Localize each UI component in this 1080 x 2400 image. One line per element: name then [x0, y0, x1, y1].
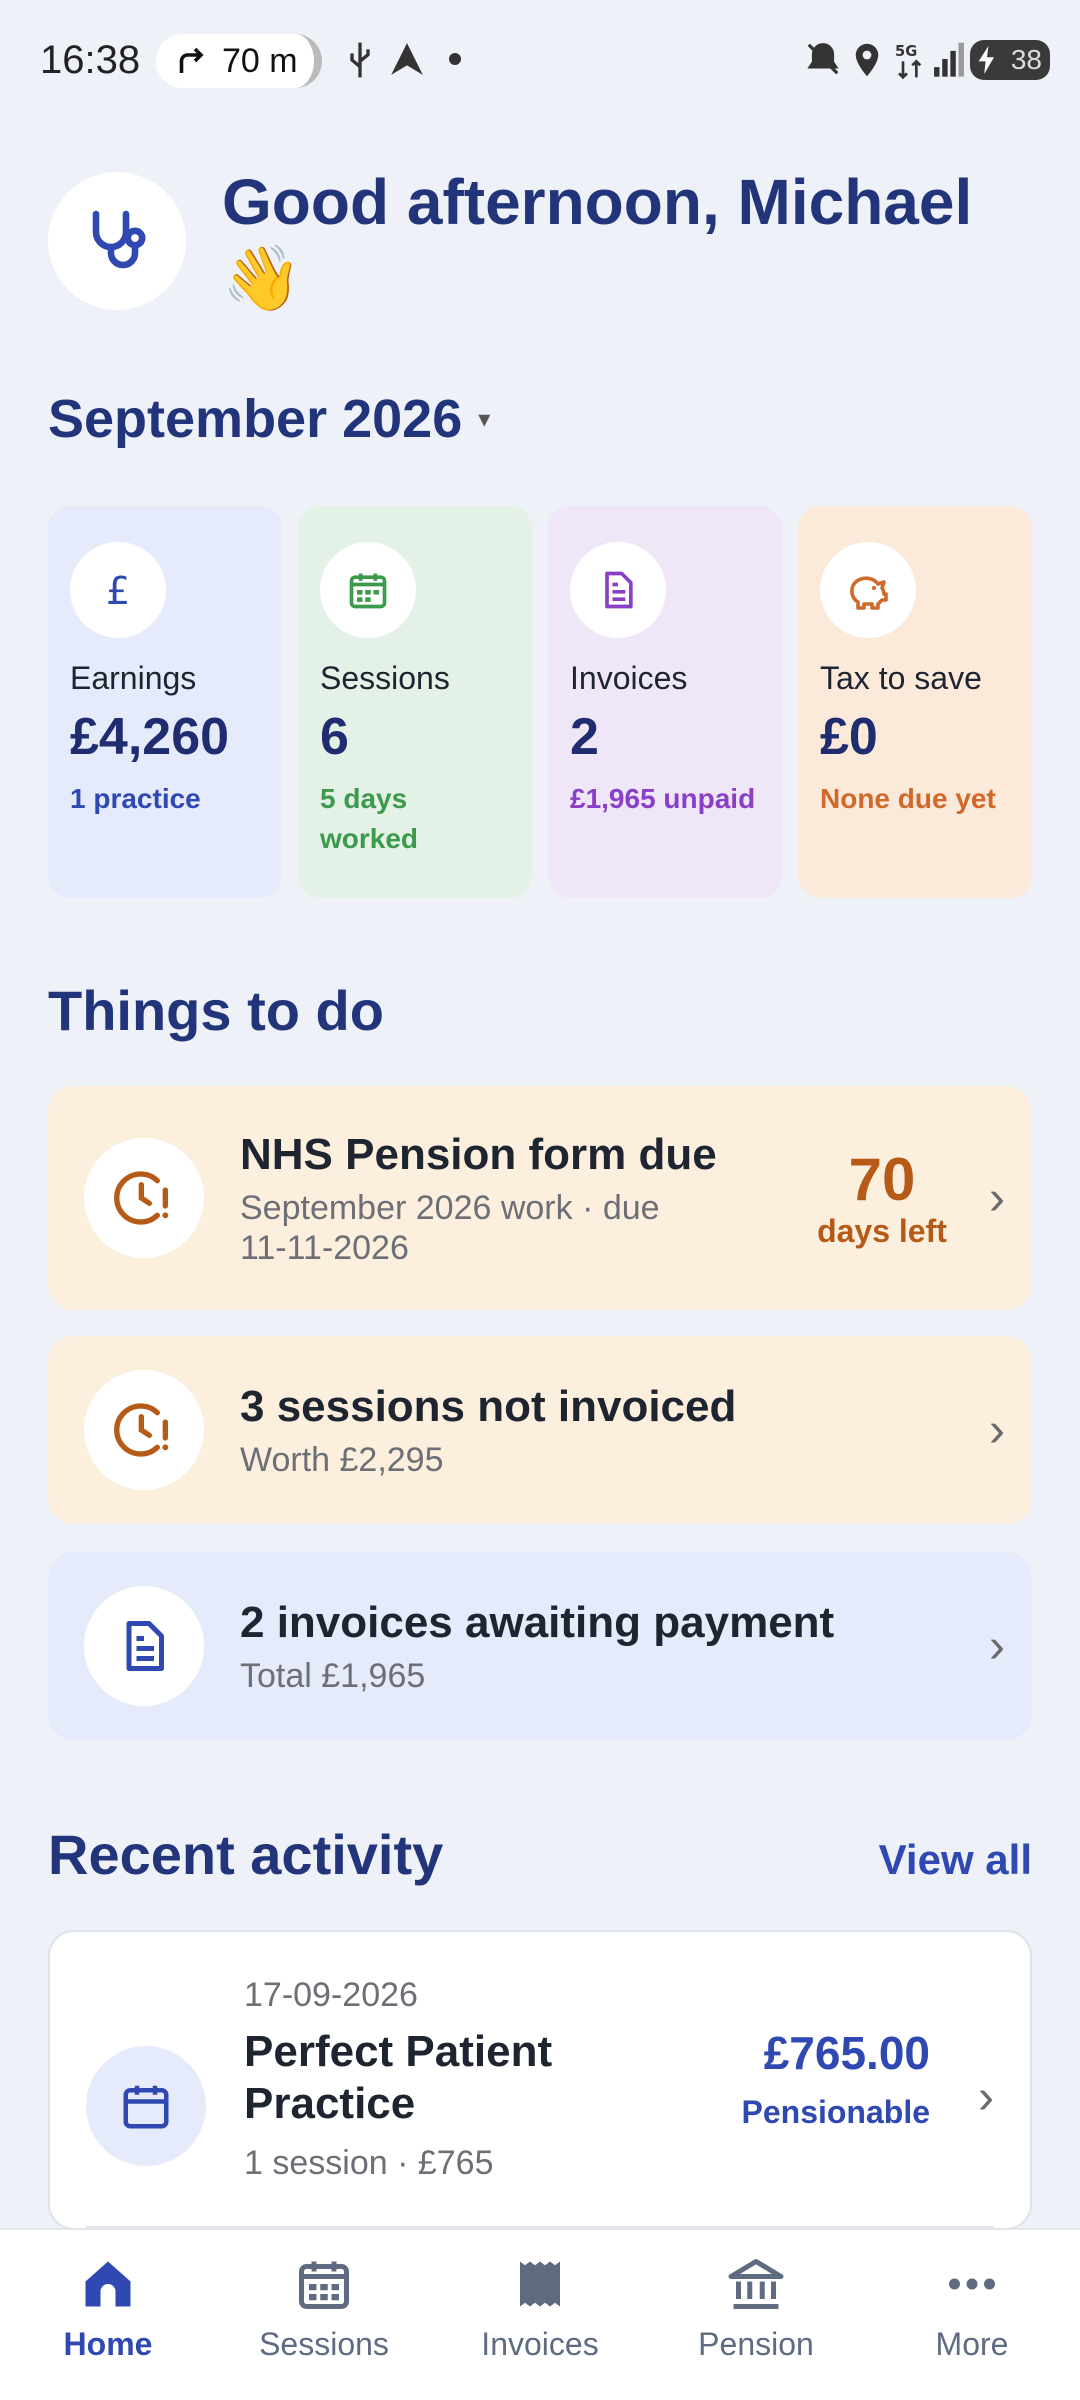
stethoscope-icon — [92, 210, 146, 269]
navigation-pill[interactable]: 70 m — [156, 34, 322, 88]
stats-row: £ Earnings £4,260 1 practice Sessions 6 … — [48, 506, 1032, 898]
stat-value: 6 — [320, 708, 349, 766]
calendar-icon — [320, 542, 416, 638]
mute-icon — [807, 43, 839, 75]
nav-label: Sessions — [259, 2326, 389, 2362]
piggy-bank-icon — [820, 542, 916, 638]
nav-label: More — [935, 2326, 1009, 2362]
battery-icon: 38 — [970, 40, 1050, 80]
nav-home[interactable]: Home — [0, 2230, 216, 2400]
activity-date: 17-09-2026 — [244, 1976, 418, 2014]
chevron-right-icon: › — [989, 1171, 1005, 1225]
status-time: 16:38 — [40, 38, 141, 82]
month-label: September 2026 — [48, 389, 463, 449]
bottom-navigation: Home Sessions Invoices Pension More — [0, 2228, 1080, 2400]
status-bar: 16:38 70 m 5G 38 — [0, 0, 1080, 120]
document-icon — [570, 542, 666, 638]
stat-label: Sessions — [320, 660, 450, 696]
nav-invoices[interactable]: Invoices — [432, 2230, 648, 2400]
dropdown-caret-icon: ▾ — [478, 405, 491, 433]
days-left-label: days left — [817, 1212, 947, 1249]
turn-right-icon — [179, 47, 204, 73]
todo-item-subtitle: Total £1,965 — [240, 1657, 426, 1695]
nav-distance: 70 m — [222, 41, 298, 80]
dot-icon — [449, 53, 461, 65]
todo-item-title: 3 sessions not invoiced — [240, 1382, 737, 1431]
nav-more[interactable]: More — [864, 2230, 1080, 2400]
todo-item-title: 2 invoices awaiting payment — [240, 1598, 835, 1647]
home-icon — [85, 2261, 131, 2307]
todo-item-title: NHS Pension form due — [240, 1130, 717, 1179]
todo-pension-form[interactable]: NHS Pension form due September 2026 work… — [48, 1086, 1032, 1310]
nav-pension[interactable]: Pension — [648, 2230, 864, 2400]
nav-label: Invoices — [481, 2326, 599, 2362]
signal-icon — [934, 42, 964, 77]
activity-practice-name: Perfect Patient Practice — [244, 2027, 553, 2128]
activity-detail: 1 session · £765 — [244, 2144, 494, 2182]
chevron-right-icon: › — [989, 1403, 1005, 1457]
stat-label: Invoices — [570, 660, 688, 696]
receipt-icon — [520, 2261, 560, 2307]
sessions-card[interactable]: Sessions 6 5 days worked — [298, 506, 532, 898]
month-selector[interactable]: September 2026 ▾ — [48, 388, 490, 450]
activity-item[interactable]: 17-09-2026 Perfect Patient Practice 1 se… — [48, 1930, 1032, 2230]
svg-text:£: £ — [106, 569, 130, 613]
stat-value: £0 — [820, 708, 878, 766]
bank-icon — [728, 2259, 784, 2309]
nav-label: Home — [63, 2326, 153, 2362]
stat-subtext: None due yet — [820, 783, 996, 814]
document-icon — [84, 1586, 204, 1706]
days-left-number: 70 — [848, 1145, 916, 1213]
todo-title: Things to do — [48, 979, 384, 1042]
charging-bolt-icon — [978, 46, 994, 74]
recent-activity-title: Recent activity — [48, 1823, 444, 1886]
navigation-icon — [391, 43, 423, 75]
todo-invoices-awaiting[interactable]: 2 invoices awaiting payment Total £1,965… — [48, 1552, 1032, 1740]
view-all-link[interactable]: View all — [879, 1836, 1032, 1884]
days-left-badge: 70 days left — [802, 1145, 962, 1250]
stat-value: £4,260 — [70, 708, 230, 766]
stat-subtext: 5 days worked — [320, 783, 419, 854]
svg-text:5G: 5G — [895, 43, 917, 60]
location-icon — [855, 43, 879, 77]
more-icon — [949, 2278, 995, 2290]
tax-card[interactable]: Tax to save £0 None due yet — [798, 506, 1032, 898]
earnings-card[interactable]: £ Earnings £4,260 1 practice — [48, 506, 282, 898]
stat-subtext: 1 practice — [70, 783, 201, 814]
pound-icon: £ — [70, 542, 166, 638]
app-logo — [48, 172, 186, 310]
todo-item-subtitle: September 2026 work · due 11-11-2026 — [240, 1189, 660, 1267]
stat-label: Earnings — [70, 660, 197, 696]
stat-label: Tax to save — [820, 660, 982, 696]
calendar-icon — [299, 2261, 349, 2309]
stat-value: 2 — [570, 708, 599, 766]
activity-amount: £765.00 — [763, 2027, 930, 2079]
usb-icon — [350, 42, 370, 78]
battery-level: 38 — [1010, 44, 1042, 75]
calendar-icon — [86, 2046, 206, 2166]
nav-sessions[interactable]: Sessions — [216, 2230, 432, 2400]
chevron-right-icon: › — [989, 1619, 1005, 1673]
5g-icon: 5G — [895, 43, 922, 80]
clock-alert-icon — [84, 1370, 204, 1490]
clock-alert-icon — [84, 1138, 204, 1258]
stat-subtext: £1,965 unpaid — [570, 783, 756, 814]
todo-sessions-not-invoiced[interactable]: 3 sessions not invoiced Worth £2,295 › — [48, 1336, 1032, 1524]
todo-item-subtitle: Worth £2,295 — [240, 1441, 444, 1479]
nav-label: Pension — [698, 2326, 814, 2362]
invoices-card[interactable]: Invoices 2 £1,965 unpaid — [548, 506, 782, 898]
chevron-right-icon: › — [978, 2071, 994, 2124]
greeting-title: Good afternoon, Michael 👋 — [222, 166, 973, 314]
pensionable-tag: Pensionable — [741, 2094, 931, 2130]
